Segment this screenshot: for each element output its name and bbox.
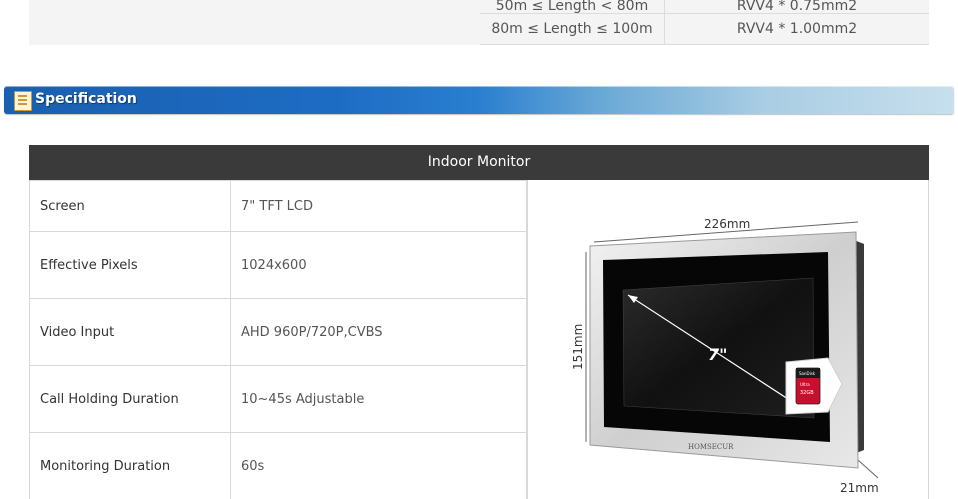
table-row: 50m ≤ Length < 80m RVV4 * 0.75mm2 (480, 0, 929, 14)
monitor-illustration: 226mm 151mm 21mm 7" HOMSECUR SanDisk Ult… (571, 217, 879, 495)
sd-card-type: Ultra (800, 382, 810, 387)
table-row: Effective Pixels 1024x600 (29, 231, 527, 299)
section-title: Specification (35, 91, 137, 107)
table-row: Call Holding Duration 10~45s Adjustable (29, 365, 527, 433)
cable-cell: RVV4 * 0.75mm2 (664, 0, 929, 14)
table-row: Screen 7" TFT LCD (29, 180, 527, 232)
length-cell: 80m ≤ Length ≤ 100m (480, 13, 665, 45)
table-header: Indoor Monitor (29, 145, 929, 180)
table-row: 80m ≤ Length ≤ 100m RVV4 * 1.00mm2 (480, 13, 929, 45)
specification-banner: Specification (4, 86, 954, 114)
document-icon (14, 91, 32, 111)
monitor-image-cell: 226mm 151mm 21mm 7" HOMSECUR SanDisk Ult… (527, 180, 929, 499)
spec-value: 1024x600 (230, 231, 527, 299)
cable-length-table: 50m ≤ Length < 80m RVV4 * 0.75mm2 80m ≤ … (480, 0, 929, 45)
screen-size-label: 7" (708, 345, 727, 364)
spec-value: 10~45s Adjustable (230, 365, 527, 433)
indoor-monitor-table: Indoor Monitor Screen 7" TFT LCD Effecti… (29, 145, 929, 499)
spec-label: Screen (29, 180, 231, 232)
spec-label: Video Input (29, 298, 231, 366)
width-label: 226mm (704, 217, 750, 231)
spec-rows: Screen 7" TFT LCD Effective Pixels 1024x… (29, 180, 527, 499)
spec-value: 7" TFT LCD (230, 180, 527, 232)
sd-card-brand: SanDisk (799, 371, 816, 376)
brand-logo: HOMSECUR (688, 443, 734, 451)
cable-cell: RVV4 * 1.00mm2 (664, 13, 929, 45)
table-row: Monitoring Duration 60s (29, 432, 527, 499)
spec-value: 60s (230, 432, 527, 499)
depth-dimension-line (857, 459, 879, 479)
table-row: Video Input AHD 960P/720P,CVBS (29, 298, 527, 366)
height-label: 151mm (571, 324, 585, 370)
spec-label: Effective Pixels (29, 231, 231, 299)
spec-value: AHD 960P/720P,CVBS (230, 298, 527, 366)
depth-label: 21mm (840, 481, 879, 495)
spec-label: Monitoring Duration (29, 432, 231, 499)
spec-label: Call Holding Duration (29, 365, 231, 433)
length-cell: 50m ≤ Length < 80m (480, 0, 665, 14)
sd-card-capacity: 32GB (800, 390, 814, 396)
